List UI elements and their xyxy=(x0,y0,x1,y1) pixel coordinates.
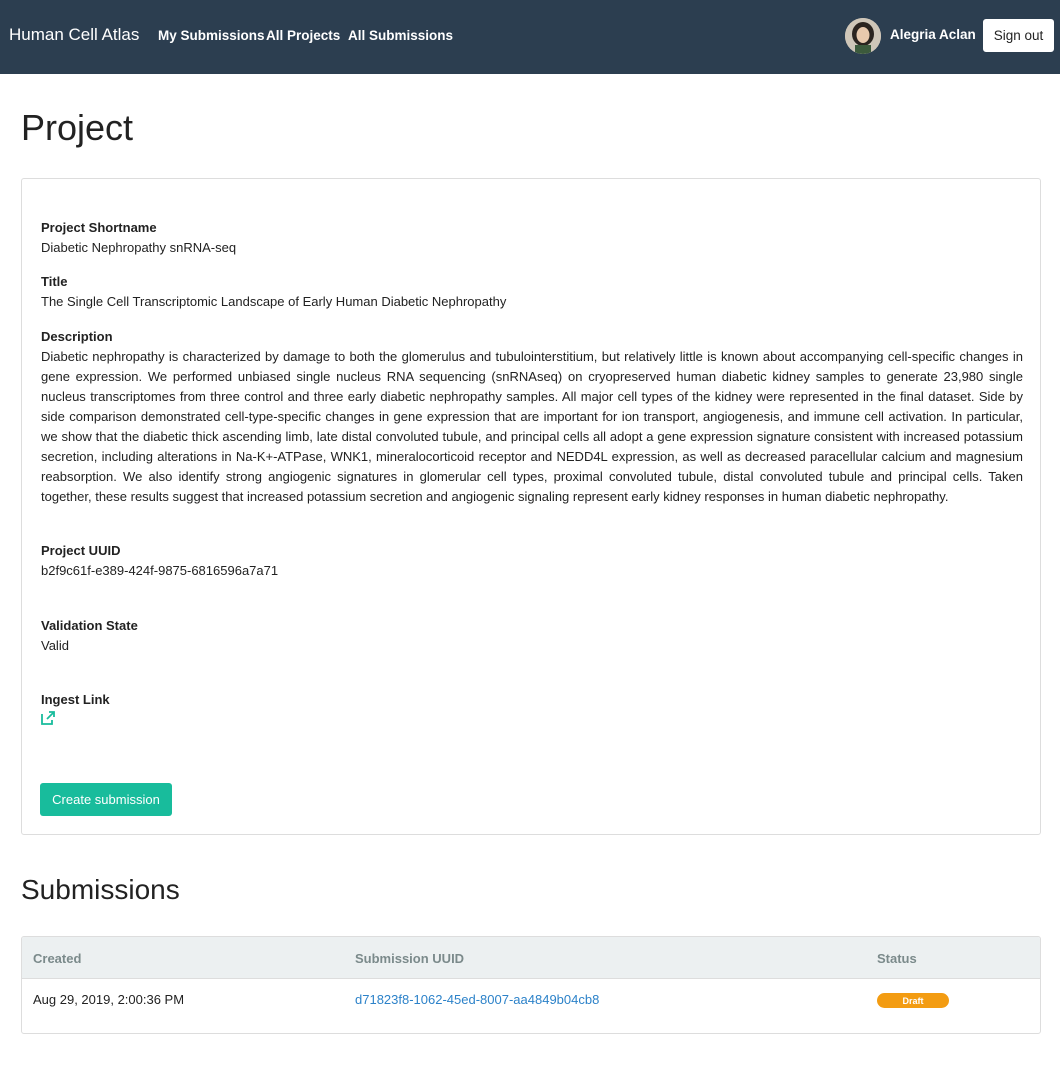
validation-state-value: Valid xyxy=(41,638,69,653)
user-avatar[interactable] xyxy=(845,18,881,54)
nav-my-submissions[interactable]: My Submissions xyxy=(158,28,265,43)
status-badge: Draft xyxy=(877,993,949,1008)
description-label: Description xyxy=(41,329,113,344)
column-header-status: Status xyxy=(877,951,917,966)
submission-uuid-link[interactable]: d71823f8-1062-45ed-8007-aa4849b04cb8 xyxy=(355,992,599,1007)
sign-out-button[interactable]: Sign out xyxy=(983,19,1054,52)
external-link-icon[interactable] xyxy=(40,710,56,726)
project-uuid-label: Project UUID xyxy=(41,543,121,558)
avatar-photo-icon xyxy=(845,18,881,54)
column-header-created: Created xyxy=(33,951,82,966)
title-value: The Single Cell Transcriptomic Landscape… xyxy=(41,294,507,309)
submissions-heading: Submissions xyxy=(21,874,180,905)
shortname-value: Diabetic Nephropathy snRNA-seq xyxy=(41,240,237,255)
submissions-table: Created Submission UUID Status Aug 29, 2… xyxy=(21,936,1041,1034)
project-uuid-value: b2f9c61f-e389-424f-9875-6816596a7a71 xyxy=(41,563,279,578)
top-navbar: Human Cell Atlas My Submissions All Proj… xyxy=(0,0,1060,74)
create-submission-button[interactable]: Create submission xyxy=(40,783,172,816)
table-header: Created Submission UUID Status xyxy=(22,937,1040,979)
shortname-label: Project Shortname xyxy=(41,220,157,235)
user-name[interactable]: Alegria Aclan xyxy=(890,27,976,42)
page-title: Project xyxy=(21,107,134,148)
brand-logo-text[interactable]: Human Cell Atlas xyxy=(9,25,139,45)
column-header-uuid: Submission UUID xyxy=(355,951,465,966)
row-created: Aug 29, 2019, 2:00:36 PM xyxy=(33,992,185,1007)
title-label: Title xyxy=(41,274,68,289)
project-details-card: Project Shortname Diabetic Nephropathy s… xyxy=(21,178,1041,835)
nav-all-submissions[interactable]: All Submissions xyxy=(348,28,453,43)
description-value: Diabetic nephropathy is characterized by… xyxy=(41,349,1023,504)
nav-all-projects[interactable]: All Projects xyxy=(266,28,340,43)
ingest-link-label: Ingest Link xyxy=(41,692,110,707)
validation-state-label: Validation State xyxy=(41,618,138,633)
